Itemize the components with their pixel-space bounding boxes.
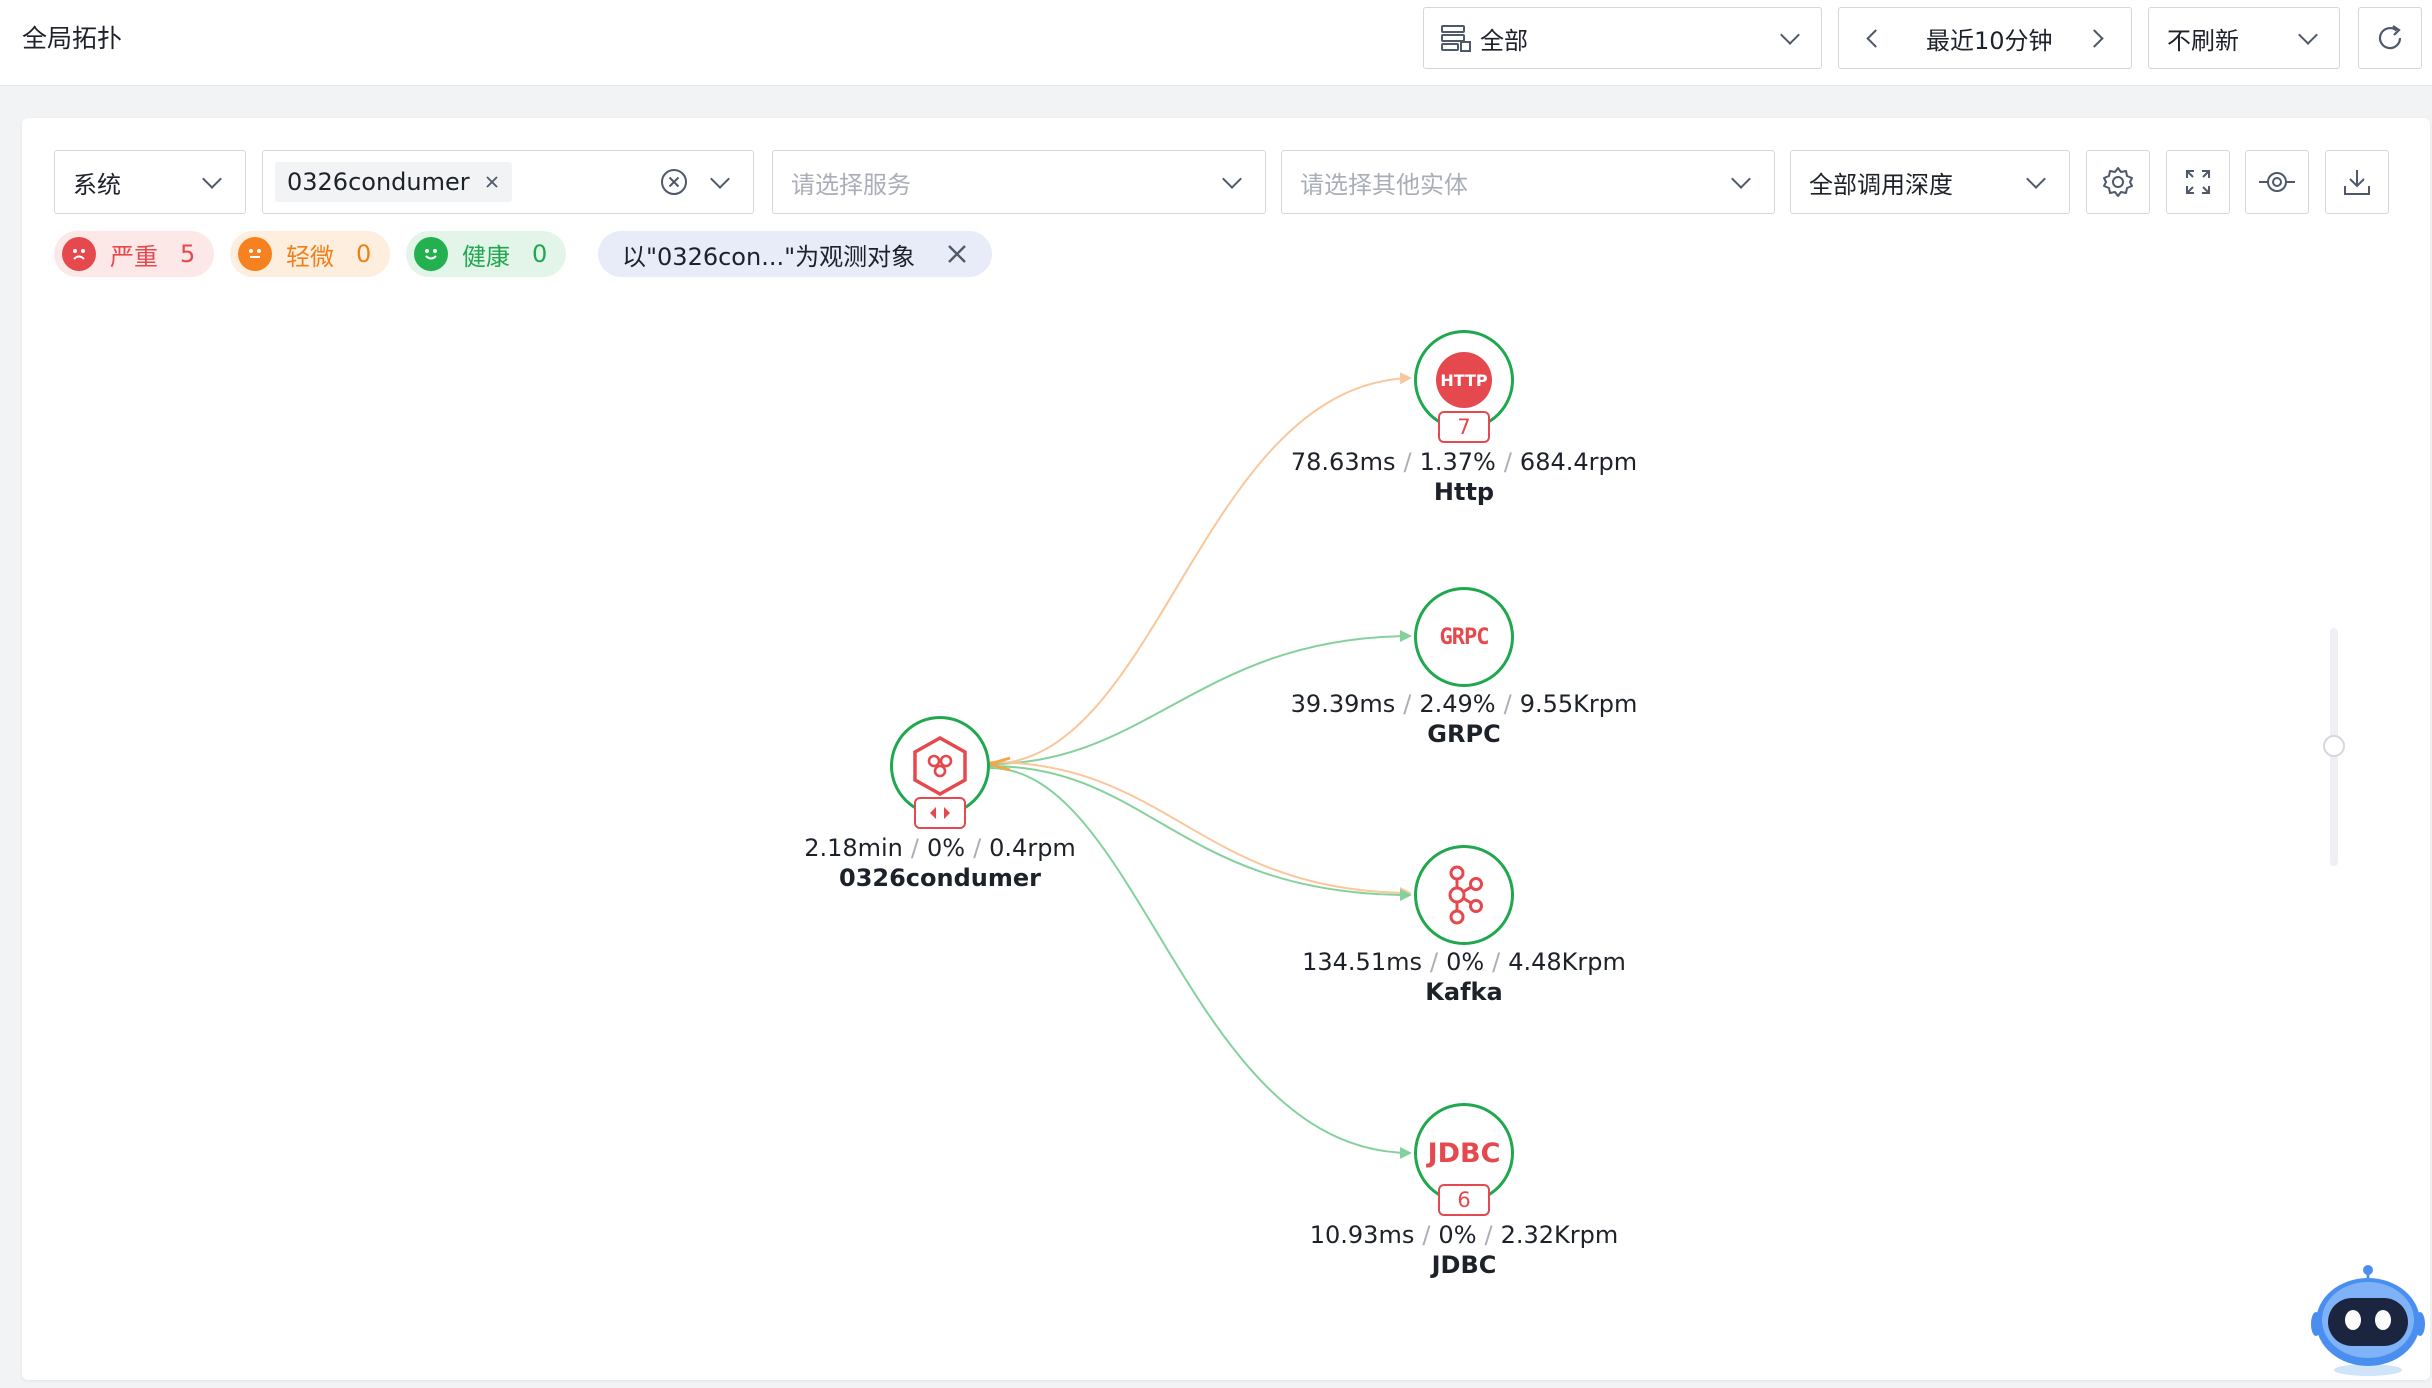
clear-icon[interactable] xyxy=(659,167,689,197)
jdbc-badge[interactable]: 6 xyxy=(1438,1184,1490,1216)
service-select-placeholder: 请选择服务 xyxy=(791,170,911,199)
service-select[interactable]: 请选择服务 xyxy=(772,150,1266,214)
topology-card xyxy=(22,118,2430,1380)
chevron-down-icon xyxy=(2026,169,2046,189)
robot-icon xyxy=(2311,1265,2425,1376)
http-metrics: 78.63ms/1.37%/684.4rpm xyxy=(1290,448,1638,476)
target-icon xyxy=(2259,172,2295,192)
minor-label: 轻微 xyxy=(286,242,334,271)
previous-time-icon[interactable] xyxy=(1866,28,1885,48)
scope-select-value: 全部 xyxy=(1480,26,1528,55)
gear-icon xyxy=(2103,167,2133,197)
time-range-value[interactable]: 最近10分钟 xyxy=(1926,21,2053,56)
focus-button[interactable] xyxy=(2245,150,2309,214)
chevron-down-icon xyxy=(2298,25,2318,45)
code-icon xyxy=(930,807,950,819)
refresh-button[interactable] xyxy=(2358,7,2422,69)
observe-target-label: 以"0326con..."为观测对象 xyxy=(622,242,916,271)
next-time-icon[interactable] xyxy=(2085,28,2104,48)
sad-face-icon xyxy=(62,237,96,271)
healthy-filter-tag[interactable]: 健康 0 xyxy=(406,231,566,277)
center-throughput: 0.4rpm xyxy=(989,834,1076,862)
code-badge xyxy=(914,797,966,829)
depth-select-value: 全部调用深度 xyxy=(1809,170,1953,199)
center-node-name: 0326condumer xyxy=(839,864,1041,892)
grpc-throughput: 9.55Krpm xyxy=(1519,690,1638,718)
center-latency: 2.18min xyxy=(804,834,903,862)
chevron-down-icon xyxy=(1222,169,1242,189)
http-latency: 78.63ms xyxy=(1290,448,1396,476)
grpc-error-rate: 2.49% xyxy=(1419,690,1496,718)
critical-count: 5 xyxy=(180,240,196,268)
other-entity-select-placeholder: 请选择其他实体 xyxy=(1300,170,1468,199)
grpc-node[interactable]: GRPC xyxy=(1414,587,1514,687)
neutral-face-icon xyxy=(238,237,272,271)
settings-button[interactable] xyxy=(2086,150,2150,214)
smile-face-icon xyxy=(414,237,448,271)
http-error-rate: 1.37% xyxy=(1419,448,1496,476)
grpc-icon: GRPC xyxy=(1439,624,1490,650)
jdbc-throughput: 2.32Krpm xyxy=(1500,1221,1619,1249)
center-error-rate: 0% xyxy=(926,834,966,862)
assistant-robot-button[interactable] xyxy=(2310,1262,2426,1378)
fullscreen-button[interactable] xyxy=(2166,150,2230,214)
kafka-throughput: 4.48Krpm xyxy=(1508,948,1626,976)
database-icon xyxy=(1441,25,1471,52)
jdbc-icon-text: JDBC xyxy=(1427,1137,1501,1169)
minor-filter-tag[interactable]: 轻微 0 xyxy=(230,231,390,277)
time-range-picker: 最近10分钟 xyxy=(1838,7,2132,69)
download-button[interactable] xyxy=(2325,150,2389,214)
http-icon: HTTP xyxy=(1436,352,1492,408)
zoom-slider-handle[interactable] xyxy=(2323,735,2345,757)
service-hex-icon xyxy=(913,735,967,797)
http-throughput: 684.4rpm xyxy=(1519,448,1638,476)
entity-chip: 0326condumer xyxy=(275,162,512,202)
kafka-icon xyxy=(1448,865,1483,925)
jdbc-metrics: 10.93ms/0%/2.32Krpm xyxy=(1309,1221,1619,1249)
level-select[interactable]: 系统 xyxy=(54,150,246,214)
jdbc-node-name: JDBC xyxy=(1431,1251,1497,1279)
chevron-down-icon xyxy=(1780,25,1800,45)
jdbc-latency: 10.93ms xyxy=(1309,1221,1415,1249)
entity-chip-label: 0326condumer xyxy=(287,168,470,196)
healthy-label: 健康 xyxy=(462,242,510,271)
grpc-latency: 39.39ms xyxy=(1290,690,1396,718)
kafka-metrics: 134.51ms/0%/4.48Krpm xyxy=(1302,948,1626,976)
fullscreen-icon xyxy=(2186,170,2210,194)
critical-filter-tag[interactable]: 严重 5 xyxy=(54,231,214,277)
refresh-select-value: 不刷新 xyxy=(2167,26,2239,55)
http-icon-text: HTTP xyxy=(1440,370,1488,390)
page-title: 全局拓扑 xyxy=(22,24,123,53)
chevron-down-icon xyxy=(1731,169,1751,189)
jdbc-error-rate: 0% xyxy=(1438,1221,1477,1249)
depth-select[interactable]: 全部调用深度 xyxy=(1790,150,2070,214)
observe-target-tag: 以"0326con..."为观测对象 xyxy=(598,231,992,277)
kafka-error-rate: 0% xyxy=(1446,948,1485,976)
scope-select[interactable]: 全部 xyxy=(1423,7,1822,69)
grpc-metrics: 39.39ms/2.49%/9.55Krpm xyxy=(1290,690,1638,718)
refresh-select[interactable]: 不刷新 xyxy=(2148,7,2340,69)
entity-select[interactable]: 0326condumer xyxy=(262,150,754,214)
level-select-value: 系统 xyxy=(73,170,121,199)
kafka-latency: 134.51ms xyxy=(1302,948,1422,976)
http-node-name: Http xyxy=(1433,478,1495,506)
critical-label: 严重 xyxy=(110,242,158,271)
healthy-count: 0 xyxy=(532,240,548,268)
refresh-icon xyxy=(2378,25,2402,50)
center-metrics: 2.18min/0%/0.4rpm xyxy=(804,834,1076,862)
other-entity-select[interactable]: 请选择其他实体 xyxy=(1281,150,1775,214)
chevron-down-icon xyxy=(202,169,222,189)
grpc-icon-text: GRPC xyxy=(1439,624,1490,650)
jdbc-icon: JDBC xyxy=(1428,1138,1501,1169)
close-icon[interactable] xyxy=(946,243,968,265)
download-icon xyxy=(2344,170,2370,195)
kafka-node[interactable] xyxy=(1414,845,1514,945)
kafka-node-name: Kafka xyxy=(1425,978,1503,1006)
http-badge[interactable]: 7 xyxy=(1438,411,1490,443)
close-icon[interactable] xyxy=(484,174,500,190)
grpc-node-name: GRPC xyxy=(1427,720,1501,748)
minor-count: 0 xyxy=(356,240,372,268)
chevron-down-icon xyxy=(710,169,730,189)
